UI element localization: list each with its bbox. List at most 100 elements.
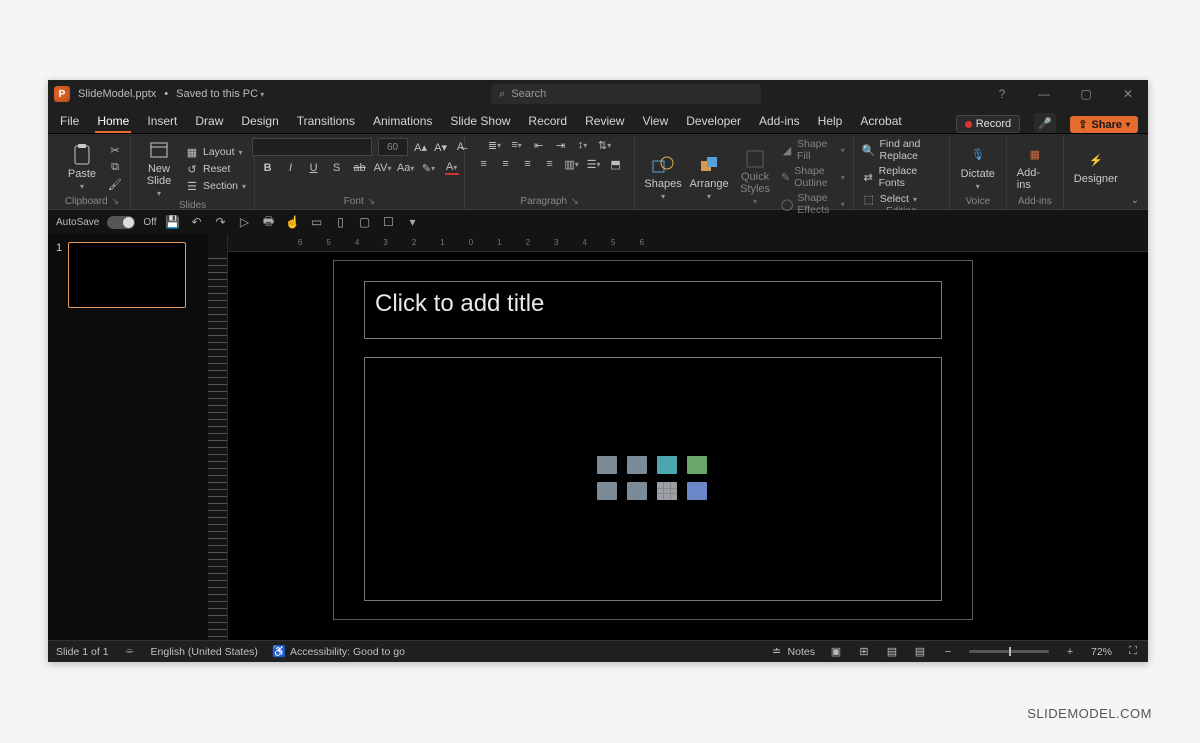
shape-effects-button[interactable]: ◯Shape Effects (781, 192, 845, 216)
select-button[interactable]: ⬚Select (862, 192, 941, 206)
designer-button[interactable]: ⚡ Designer (1072, 147, 1120, 187)
decrease-font-button[interactable]: A▾ (434, 140, 448, 154)
arrange-button[interactable]: Arrange (689, 152, 729, 203)
bullets-button[interactable]: ≣ (488, 138, 502, 152)
qat-b-button[interactable]: ▯ (333, 214, 349, 230)
strike-button[interactable]: ab (353, 161, 367, 175)
columns-button[interactable]: ▥ (565, 157, 579, 171)
shape-outline-button[interactable]: ✎Shape Outline (781, 165, 845, 189)
zoom-out-button[interactable]: − (941, 645, 955, 659)
new-slide-button[interactable]: New Slide (139, 138, 179, 200)
numbering-button[interactable]: ≡ (510, 138, 524, 152)
dictate-button[interactable]: 🎙 Dictate (958, 142, 998, 193)
section-button[interactable]: ☰Section (185, 179, 246, 193)
align-right-button[interactable]: ≡ (521, 157, 535, 171)
save-button[interactable]: 💾 (165, 214, 181, 230)
text-dir-button[interactable]: ⇅ (598, 138, 612, 152)
bold-button[interactable]: B (261, 161, 275, 175)
font-color-button[interactable]: A (445, 161, 459, 175)
tab-file[interactable]: File (58, 110, 81, 133)
underline-button[interactable]: U (307, 161, 321, 175)
normal-view-button[interactable]: ▣ (829, 645, 843, 659)
qat-d-button[interactable]: ☐ (381, 214, 397, 230)
font-size-select[interactable]: 60 (378, 138, 408, 156)
insert-table-icon[interactable] (657, 482, 677, 500)
increase-font-button[interactable]: A▴ (414, 140, 428, 154)
smartart-convert-button[interactable]: ⬒ (609, 157, 623, 171)
shape-fill-button[interactable]: ◢Shape Fill (781, 138, 845, 162)
tab-help[interactable]: Help (816, 110, 845, 133)
replace-fonts-button[interactable]: ⇄Replace Fonts (862, 165, 941, 189)
clipboard-launcher[interactable]: ↘ (112, 196, 120, 206)
qat-touch-button[interactable]: ☝ (285, 214, 301, 230)
qat-c-button[interactable]: ▢ (357, 214, 373, 230)
spellcheck-icon[interactable]: ⌯ (123, 645, 137, 659)
layout-button[interactable]: ▦Layout (185, 145, 246, 159)
line-spacing-button[interactable]: ↕ (576, 138, 590, 152)
slide-counter[interactable]: Slide 1 of 1 (56, 646, 109, 658)
sorter-view-button[interactable]: ⊞ (857, 645, 871, 659)
fit-window-button[interactable]: ⛶ (1126, 645, 1140, 659)
tab-view[interactable]: View (640, 110, 670, 133)
format-painter-button[interactable]: 🖌 (108, 177, 122, 191)
shapes-button[interactable]: Shapes (643, 152, 683, 203)
collapse-ribbon-button[interactable]: ⌄ (1128, 195, 1142, 209)
insert-smartart-icon[interactable] (687, 456, 707, 474)
char-spacing-button[interactable]: AV (376, 161, 390, 175)
present-mic-button[interactable]: 🎤 (1034, 113, 1056, 133)
search-box[interactable]: ⌕ Search (491, 84, 761, 104)
autosave-toggle[interactable] (107, 216, 135, 229)
italic-button[interactable]: I (284, 161, 298, 175)
tab-home[interactable]: Home (95, 110, 131, 133)
qat-start-button[interactable]: ▷ (237, 214, 253, 230)
tab-transitions[interactable]: Transitions (295, 110, 357, 133)
font-family-select[interactable] (252, 138, 372, 156)
insert-chart-icon[interactable] (687, 482, 707, 500)
qat-print-button[interactable]: 🖶 (261, 214, 277, 230)
find-button[interactable]: 🔍Find and Replace (862, 138, 941, 162)
content-placeholder[interactable] (364, 357, 942, 601)
indent-dec-button[interactable]: ⇤ (532, 138, 546, 152)
insert-stock-images-icon[interactable] (597, 456, 617, 474)
tab-slideshow[interactable]: Slide Show (448, 110, 512, 133)
align-center-button[interactable]: ≡ (499, 157, 513, 171)
qat-a-button[interactable]: ▭ (309, 214, 325, 230)
zoom-slider[interactable] (969, 650, 1049, 653)
tab-record[interactable]: Record (526, 110, 569, 133)
copy-button[interactable]: ⧉ (108, 160, 122, 174)
paste-button[interactable]: Paste (62, 142, 102, 193)
insert-icons-icon[interactable] (657, 456, 677, 474)
align-left-button[interactable]: ≡ (477, 157, 491, 171)
addins-button[interactable]: ▦ Add-ins (1015, 141, 1055, 193)
insert-pictures-icon[interactable] (627, 456, 647, 474)
slide-canvas[interactable]: Click to add title (333, 260, 973, 620)
save-state[interactable]: Saved to this PC (176, 88, 264, 100)
accessibility-status[interactable]: ♿Accessibility: Good to go (272, 645, 405, 659)
language-status[interactable]: English (United States) (151, 646, 258, 658)
share-button[interactable]: ⇪Share▾ (1070, 116, 1138, 133)
slideshow-view-button[interactable]: ▤ (913, 645, 927, 659)
insert-video-icon[interactable] (597, 482, 617, 500)
align-text-button[interactable]: ☰ (587, 157, 601, 171)
tab-developer[interactable]: Developer (684, 110, 743, 133)
quick-styles-button[interactable]: Quick Styles (735, 146, 775, 208)
maximize-button[interactable]: ▢ (1072, 87, 1100, 101)
cut-button[interactable]: ✂ (108, 143, 122, 157)
indent-inc-button[interactable]: ⇥ (554, 138, 568, 152)
slide-thumbnail-1[interactable] (68, 242, 186, 308)
close-button[interactable]: ✕ (1114, 87, 1142, 101)
reading-view-button[interactable]: ▤ (885, 645, 899, 659)
qat-more-button[interactable]: ▾ (405, 214, 421, 230)
tab-acrobat[interactable]: Acrobat (858, 110, 903, 133)
undo-button[interactable]: ↶ (189, 214, 205, 230)
redo-button[interactable]: ↷ (213, 214, 229, 230)
shadow-button[interactable]: S (330, 161, 344, 175)
zoom-level[interactable]: 72% (1091, 646, 1112, 658)
help-icon[interactable]: ? (988, 87, 1016, 101)
tab-animations[interactable]: Animations (371, 110, 434, 133)
insert-cameo-icon[interactable] (627, 482, 647, 500)
notes-button[interactable]: ≐Notes (770, 645, 815, 659)
zoom-in-button[interactable]: + (1063, 645, 1077, 659)
tab-draw[interactable]: Draw (193, 110, 225, 133)
tab-addins[interactable]: Add-ins (757, 110, 802, 133)
